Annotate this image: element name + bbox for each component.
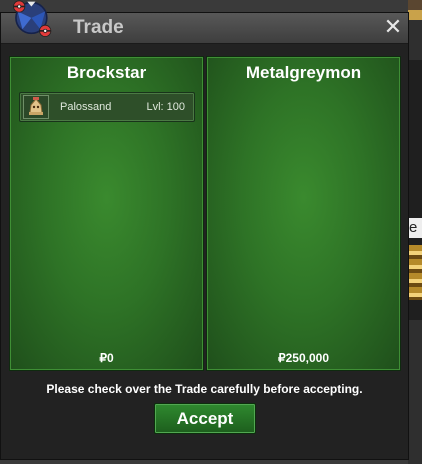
trainer-name-left: Brockstar [66, 63, 147, 82]
accept-button[interactable]: Accept [154, 403, 256, 434]
money-offer-left: ₽0 [99, 351, 114, 365]
palossand-sprite-icon [23, 95, 49, 119]
trade-panel-left: Brockstar Palossand Lvl: 100 ₽0 [9, 56, 204, 371]
background-text: e [409, 218, 422, 238]
pokemon-level: Lvl: 100 [146, 101, 185, 113]
money-offer-right: ₽250,000 [277, 351, 329, 365]
trade-item-slot[interactable]: Palossand Lvl: 100 [19, 92, 195, 122]
pokeball-logo-icon [13, 0, 52, 37]
background-hud-accent [408, 10, 422, 20]
trainer-name-right: Metalgreymon [245, 63, 362, 82]
pokemon-name: Palossand [60, 101, 112, 113]
trade-window: Trade ✕ Brockstar Palossand Lvl: 100 ₽0 … [0, 12, 409, 460]
close-icon[interactable]: ✕ [382, 16, 404, 38]
trade-notice: Please check over the Trade carefully be… [46, 382, 363, 396]
window-title: Trade [73, 17, 124, 38]
trade-panel-right: Metalgreymon ₽250,000 [206, 56, 401, 371]
background-game-scene: e [408, 0, 422, 464]
background-ornament [408, 245, 422, 300]
